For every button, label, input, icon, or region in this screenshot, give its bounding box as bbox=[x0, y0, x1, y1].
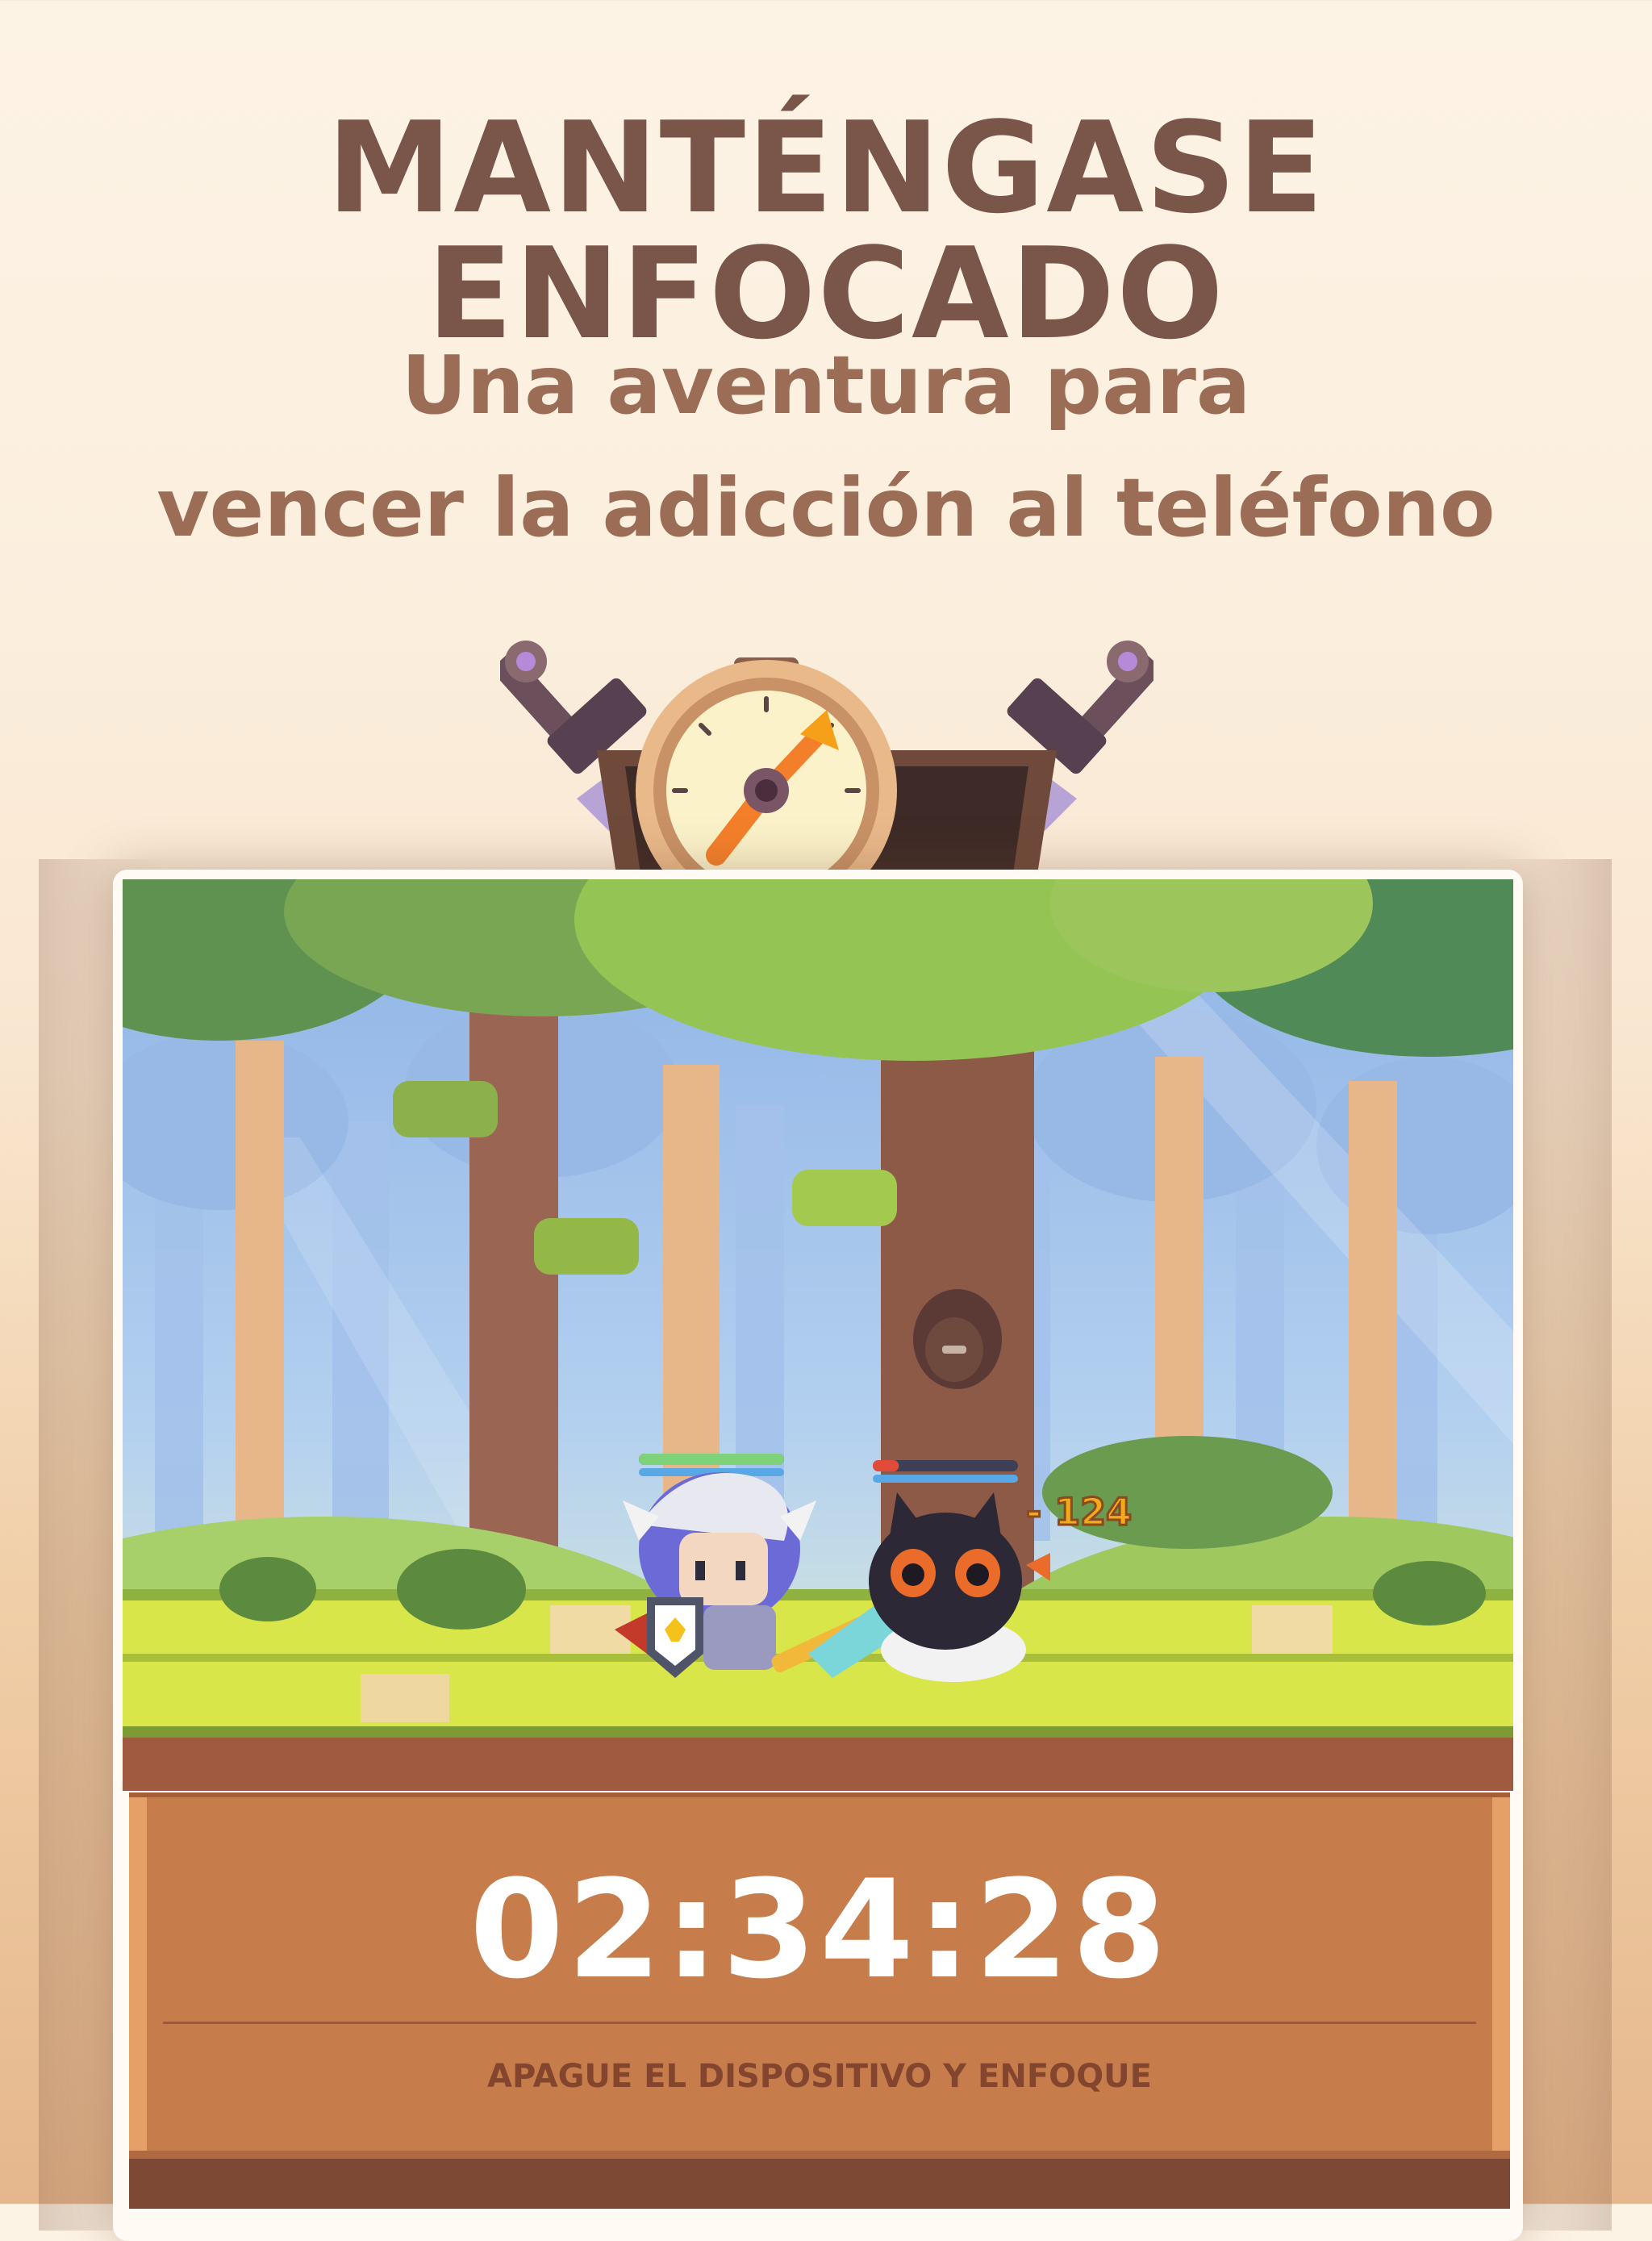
focus-timer: 02:34:28 bbox=[469, 1851, 1170, 2009]
board-bottom-trim bbox=[129, 2151, 1510, 2159]
damage-popup: - 124 bbox=[1026, 1490, 1132, 1534]
board-bottom bbox=[129, 2159, 1510, 2209]
board-edge-left bbox=[129, 1797, 147, 2209]
enemy-health-bar bbox=[873, 1460, 899, 1471]
hero-health-bar bbox=[639, 1454, 784, 1465]
game-scene: - 124 bbox=[123, 879, 1513, 1791]
page-title: MANTÉNGASE ENFOCADO bbox=[327, 94, 1325, 367]
focus-hint: APAGUE EL DISPOSITIVO Y ENFOQUE bbox=[487, 2058, 1152, 2095]
subtitle-line-2: vencer la adicción al teléfono bbox=[156, 461, 1496, 555]
board-edge-right bbox=[1492, 1797, 1510, 2209]
board-divider bbox=[163, 2022, 1476, 2024]
subtitle-line-1: Una aventura para bbox=[401, 338, 1251, 432]
timer-board: 02:34:28 APAGUE EL DISPOSITIVO Y ENFOQUE bbox=[129, 1792, 1510, 2209]
focus-timer-emblem bbox=[500, 641, 1153, 879]
